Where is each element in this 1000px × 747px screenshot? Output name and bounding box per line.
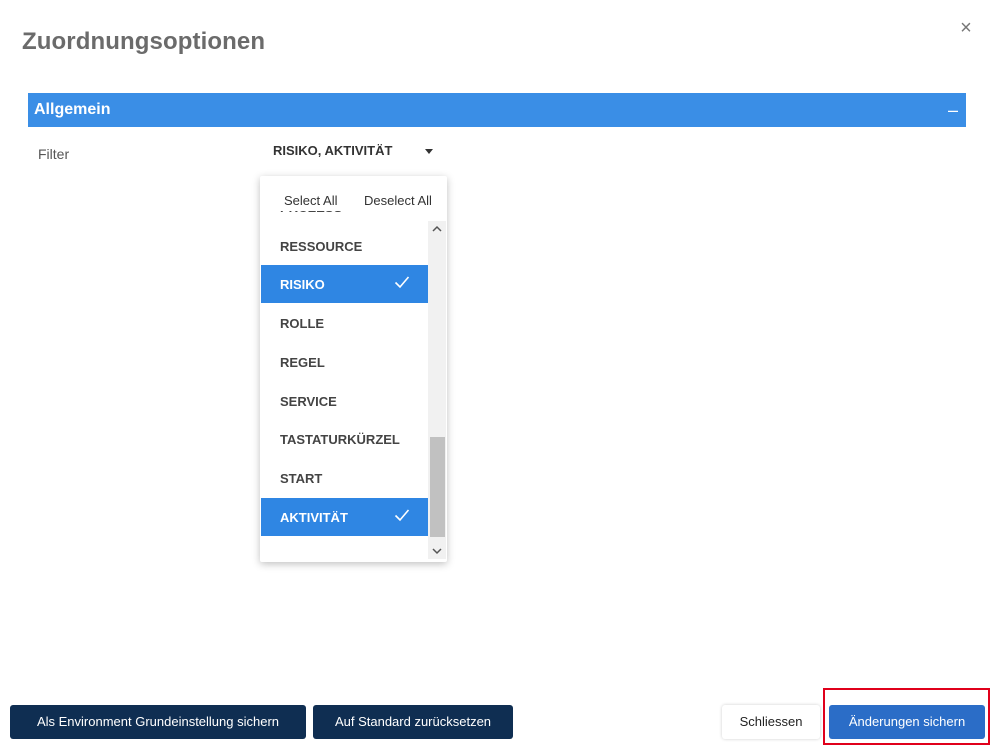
filter-label: Filter <box>38 146 70 162</box>
close-icon[interactable]: × <box>956 18 976 38</box>
deselect-all-button[interactable]: Deselect All <box>364 193 432 208</box>
option-label: REGEL <box>280 354 325 370</box>
option-item[interactable]: REGEL <box>261 342 428 381</box>
caret-down-icon <box>425 149 433 154</box>
dropdown-actions: Select All Deselect All <box>260 193 447 211</box>
scroll-down-icon[interactable] <box>428 543 446 559</box>
option-item[interactable]: PROZESS <box>261 211 428 226</box>
option-item[interactable]: SERVICE <box>261 381 428 420</box>
zuordnungsoptionen-dialog: Zuordnungsoptionen × Allgemein – Filter … <box>0 0 1000 747</box>
option-label: SERVICE <box>280 393 337 409</box>
reset-to-default-button[interactable]: Auf Standard zurücksetzen <box>313 705 513 739</box>
filter-dropdown: Select All Deselect All PROZESS RESSOURCE… <box>260 176 447 562</box>
checkmark-icon <box>394 276 410 289</box>
option-item[interactable]: RISIKO <box>261 265 428 304</box>
section-title: Allgemein <box>34 101 111 118</box>
collapse-icon[interactable]: – <box>948 95 958 125</box>
checkmark-icon <box>394 509 410 521</box>
scroll-up-icon[interactable] <box>428 221 446 237</box>
option-list: PROZESS RESSOURCE RISIKO ROLLE REGEL SERVICE T… <box>261 211 428 559</box>
option-label: PROZESS <box>280 211 342 215</box>
option-item[interactable]: ROLLE <box>261 304 428 343</box>
option-label: RESSOURCE <box>280 238 363 254</box>
option-label: RISIKO <box>280 277 325 293</box>
select-all-button[interactable]: Select All <box>284 193 337 208</box>
filter-select[interactable]: RISIKO, AKTIVITÄT <box>270 140 440 162</box>
option-label: AKTIVITÄT <box>280 509 348 525</box>
section-header-allgemein[interactable]: Allgemein – <box>28 93 966 127</box>
dialog-title: Zuordnungsoptionen <box>22 28 266 55</box>
option-item[interactable]: START <box>261 458 428 497</box>
option-label: TASTATURKÜRZEL <box>280 432 400 448</box>
option-label: ROLLE <box>280 316 325 332</box>
option-item[interactable]: RESSOURCE <box>261 226 428 265</box>
dropdown-scrollbar[interactable] <box>428 221 446 559</box>
option-label: START <box>280 470 323 486</box>
save-changes-button[interactable]: Änderungen sichern <box>829 705 985 739</box>
option-item[interactable]: AKTIVITÄT <box>261 497 428 536</box>
filter-selected-value: RISIKO, AKTIVITÄT <box>273 143 393 158</box>
close-button[interactable]: Schliessen <box>722 705 820 739</box>
option-item[interactable]: TASTATURKÜRZEL <box>261 420 428 459</box>
save-as-environment-default-button[interactable]: Als Environment Grundeinstellung sichern <box>10 705 306 739</box>
scroll-thumb[interactable] <box>430 437 445 537</box>
